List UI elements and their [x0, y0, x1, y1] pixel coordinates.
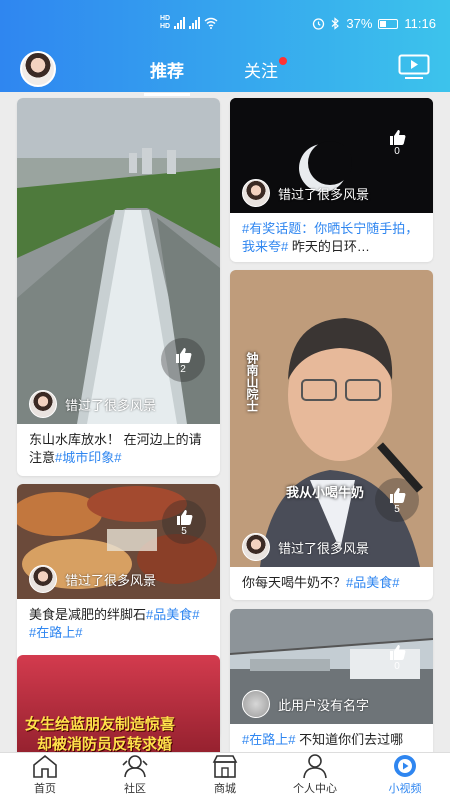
author[interactable]: 错过了很多风景: [242, 179, 369, 207]
nav-short-video[interactable]: 小视频: [360, 753, 450, 800]
like-counter[interactable]: 0: [375, 120, 419, 164]
tab-follow[interactable]: 关注: [244, 57, 287, 92]
tab-recommend[interactable]: 推荐: [144, 57, 190, 96]
tv-icon[interactable]: [398, 54, 430, 80]
header-bar: HD HD 37% 11:16 推荐 关注: [0, 0, 450, 96]
hd-icon: HD HD: [160, 15, 171, 30]
top-tabs: 推荐 关注: [144, 57, 287, 96]
status-bar: HD HD 37% 11:16: [0, 0, 450, 44]
video-thumbnail[interactable]: 钟南山院士 我从小喝牛奶 5 错过了很多风景: [230, 270, 433, 567]
author-avatar: [29, 565, 57, 593]
like-counter[interactable]: 2: [161, 338, 205, 382]
author[interactable]: 错过了很多风景: [29, 390, 156, 418]
video-card[interactable]: 钟南山院士 我从小喝牛奶 5 错过了很多风景 你每天喝牛奶不？#品美食#: [230, 270, 433, 600]
signal-icon: [174, 17, 186, 29]
video-caption: 东山水库放水！ 在河边上的请注意#城市印象#: [17, 424, 220, 474]
banner-line-2: 却被消防员反转求婚: [37, 736, 173, 752]
store-icon: [212, 755, 238, 778]
battery-icon: [378, 18, 399, 29]
thumbs-up-icon: [176, 347, 192, 363]
caption-text: 不知道你们去过哪: [295, 732, 404, 747]
nav-home[interactable]: 首页: [0, 753, 90, 800]
caption-tag[interactable]: #城市印象#: [55, 450, 121, 465]
caption-tag[interactable]: #品美食#: [346, 575, 399, 590]
nav-community[interactable]: 社区: [90, 753, 180, 800]
author-name: 错过了很多风景: [278, 186, 370, 202]
thumbs-up-icon: [390, 129, 406, 145]
like-count: 5: [181, 525, 187, 537]
tab-recommend-label: 推荐: [150, 62, 184, 81]
like-counter[interactable]: 0: [375, 635, 419, 679]
video-thumbnail[interactable]: 5 错过了很多风景: [17, 484, 220, 599]
thumbs-up-icon: [390, 487, 406, 503]
like-count: 5: [394, 503, 400, 515]
author[interactable]: 错过了很多风景: [29, 565, 156, 593]
bottom-nav: 首页 社区 商城 个人中心 小视频: [0, 752, 450, 800]
like-count: 2: [180, 363, 186, 375]
video-card[interactable]: 0 此用户没有名字 #在路上# 不知道你们去过哪: [230, 609, 433, 752]
author[interactable]: 错过了很多风景: [242, 533, 369, 561]
video-thumbnail[interactable]: 2 错过了很多风景: [17, 98, 220, 424]
video-card[interactable]: 女生给蓝朋友制造惊喜 却被消防员反转求婚: [17, 655, 220, 752]
video-icon: [394, 755, 416, 777]
thumbs-up-icon: [177, 509, 193, 525]
clock: 11:16: [404, 16, 436, 31]
author[interactable]: 此用户没有名字: [242, 690, 369, 718]
like-counter[interactable]: 5: [162, 500, 206, 544]
portrait-image: [230, 270, 433, 567]
like-count: 0: [394, 145, 400, 157]
like-count: 0: [394, 660, 400, 672]
author-name: 错过了很多风景: [65, 397, 157, 413]
signal-icon-2: [189, 17, 201, 29]
community-icon: [122, 755, 148, 778]
video-caption: 美食是减肥的绊脚石#品美食# #在路上#: [17, 599, 220, 649]
caption-text: 你每天喝牛奶不？: [242, 575, 347, 590]
nav-store-label: 商城: [214, 783, 236, 795]
home-icon: [33, 754, 57, 778]
video-feed: 2 错过了很多风景 东山水库放水！ 在河边上的请注意#城市印象# 0 错过了很多…: [0, 96, 450, 752]
notification-dot: [279, 57, 287, 65]
alarm-icon: [313, 18, 325, 30]
user-avatar[interactable]: [20, 51, 56, 87]
author-name: 错过了很多风景: [65, 572, 157, 588]
video-caption: 你每天喝牛奶不？#品美食#: [230, 567, 433, 599]
network-indicator: HD HD: [160, 15, 218, 31]
wifi-icon: [204, 17, 218, 29]
author-name: 此用户没有名字: [278, 697, 370, 713]
video-caption: #有奖话题：你晒长宁随手拍，我来夸# 昨天的日环…: [230, 213, 433, 262]
video-card[interactable]: 2 错过了很多风景 东山水库放水！ 在河边上的请注意#城市印象#: [17, 98, 220, 476]
video-card[interactable]: 0 错过了很多风景 #有奖话题：你晒长宁随手拍，我来夸# 昨天的日环…: [230, 98, 433, 262]
battery-percent: 37%: [346, 16, 373, 31]
nav-home-label: 首页: [34, 783, 56, 795]
nav-short-video-label: 小视频: [388, 783, 422, 795]
overlay-subtitle: 我从小喝牛奶: [286, 485, 365, 500]
author-avatar: [242, 533, 270, 561]
video-thumbnail[interactable]: 女生给蓝朋友制造惊喜 却被消防员反转求婚: [17, 655, 220, 752]
status-right: 37% 11:16: [312, 16, 436, 31]
nav-community-label: 社区: [124, 783, 146, 795]
like-counter[interactable]: 5: [375, 478, 419, 522]
bluetooth-icon: [331, 17, 340, 30]
caption-text: 昨天的日环…: [288, 239, 370, 254]
tab-follow-label: 关注: [244, 62, 278, 81]
caption-text: 美食是减肥的绊脚石: [29, 607, 147, 622]
author-avatar: [242, 690, 270, 718]
author-name: 错过了很多风景: [278, 540, 370, 556]
nav-profile[interactable]: 个人中心: [270, 753, 360, 800]
video-thumbnail[interactable]: 0 错过了很多风景: [230, 98, 433, 213]
person-icon: [303, 754, 327, 779]
author-avatar: [242, 179, 270, 207]
video-caption: #在路上# 不知道你们去过哪: [230, 724, 433, 752]
banner-line-1: 女生给蓝朋友制造惊喜: [25, 716, 176, 733]
thumbs-up-icon: [390, 644, 406, 660]
overlay-name: 钟南山院士: [245, 352, 259, 412]
author-avatar: [29, 390, 57, 418]
caption-tag[interactable]: #在路上#: [242, 732, 295, 747]
nav-store[interactable]: 商城: [180, 753, 270, 800]
video-thumbnail[interactable]: 0 此用户没有名字: [230, 609, 433, 724]
nav-profile-label: 个人中心: [293, 783, 337, 795]
